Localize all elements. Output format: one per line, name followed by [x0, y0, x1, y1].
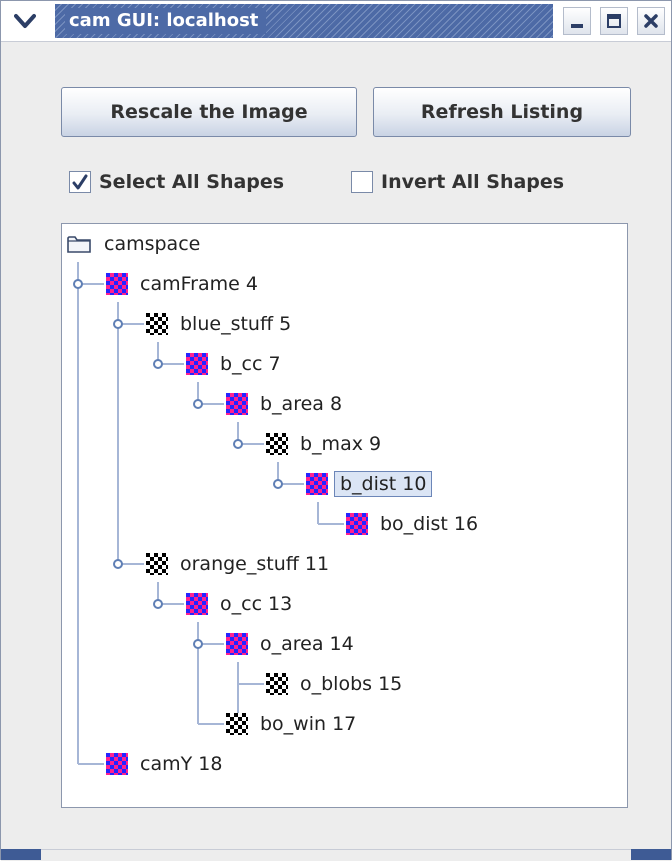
tree-node-b-cc[interactable]: b_cc 7	[186, 349, 287, 379]
tree-node-camframe[interactable]: camFrame 4	[106, 269, 264, 299]
tree-node-label: camFrame 4	[140, 273, 258, 295]
invert-all-shapes-checkbox[interactable]: Invert All Shapes	[351, 167, 564, 197]
tree-node-o-blobs[interactable]: o_blobs 15	[266, 669, 408, 699]
magenta-blue-pattern-icon	[186, 353, 208, 375]
minimize-icon	[571, 24, 583, 28]
tree-node-o-cc[interactable]: o_cc 13	[186, 589, 298, 619]
tree-root-label: camspace	[104, 233, 201, 255]
tree-node-blue-stuff[interactable]: blue_stuff 5	[146, 309, 297, 339]
select-all-shapes-checkbox[interactable]: Select All Shapes	[69, 167, 284, 197]
tree-node-b-dist[interactable]: b_dist 10	[306, 469, 433, 499]
tree-node-label: b_max 9	[300, 433, 382, 455]
black-white-pattern-icon	[146, 553, 168, 575]
shape-tree[interactable]: camspace camFrame 4 blue_stuff 5 b_cc 7 …	[61, 223, 628, 808]
close-button[interactable]	[637, 7, 665, 35]
tree-node-b-max[interactable]: b_max 9	[266, 429, 387, 459]
maximize-button[interactable]	[600, 7, 628, 35]
tree-node-label: orange_stuff 11	[180, 553, 330, 575]
tree-node-label: bo_dist 16	[380, 513, 479, 535]
tree-node-label: b_cc 7	[220, 353, 281, 375]
magenta-blue-pattern-icon	[106, 753, 128, 775]
tree-root-node[interactable]: camspace	[66, 229, 206, 259]
magenta-blue-pattern-icon	[226, 393, 248, 415]
select-all-checkbox-box[interactable]	[69, 171, 91, 193]
tree-node-label: o_blobs 15	[300, 673, 403, 695]
tree-node-label: bo_win 17	[260, 713, 357, 735]
close-icon	[644, 14, 658, 28]
app-window: cam GUI: localhost Rescale the Image Ref…	[0, 0, 672, 861]
black-white-pattern-icon	[266, 433, 288, 455]
tree-node-b-area[interactable]: b_area 8	[226, 389, 348, 419]
tree-node-camy[interactable]: camY 18	[106, 749, 228, 779]
tree-node-label: blue_stuff 5	[180, 313, 292, 335]
tree-node-label: b_area 8	[260, 393, 343, 415]
tree-node-label: camY 18	[140, 753, 223, 775]
folder-icon	[67, 236, 91, 253]
window-title: cam GUI: localhost	[65, 8, 267, 34]
title-stripe: cam GUI: localhost	[55, 4, 553, 38]
window-bottom-edge	[1, 849, 671, 861]
maximize-icon	[607, 14, 621, 28]
magenta-blue-pattern-icon	[186, 593, 208, 615]
black-white-pattern-icon	[266, 673, 288, 695]
refresh-listing-button[interactable]: Refresh Listing	[373, 87, 631, 137]
bottom-left-corner[interactable]	[1, 849, 41, 860]
tree-node-orange-stuff[interactable]: orange_stuff 11	[146, 549, 335, 579]
magenta-blue-pattern-icon	[306, 473, 328, 495]
select-all-shapes-label: Select All Shapes	[99, 171, 285, 193]
rescale-image-button[interactable]: Rescale the Image	[61, 87, 357, 137]
invert-all-checkbox-box[interactable]	[351, 171, 373, 193]
magenta-blue-pattern-icon	[106, 273, 128, 295]
window-menu-chevron-icon[interactable]	[11, 7, 39, 35]
tree-node-label: o_cc 13	[220, 593, 293, 615]
magenta-blue-pattern-icon	[346, 513, 368, 535]
bottom-right-corner[interactable]	[631, 849, 671, 860]
magenta-blue-pattern-icon	[226, 633, 248, 655]
tree-node-bo-dist[interactable]: bo_dist 16	[346, 509, 484, 539]
tree-node-o-area[interactable]: o_area 14	[226, 629, 360, 659]
tree-node-bo-win[interactable]: bo_win 17	[226, 709, 362, 739]
black-white-pattern-icon	[226, 713, 248, 735]
invert-all-shapes-label: Invert All Shapes	[381, 171, 565, 193]
minimize-button[interactable]	[563, 7, 591, 35]
tree-node-label-selected: b_dist 10	[334, 471, 433, 497]
checkmark-icon	[72, 174, 88, 190]
title-bar[interactable]: cam GUI: localhost	[1, 1, 671, 42]
black-white-pattern-icon	[146, 313, 168, 335]
tree-node-label: o_area 14	[260, 633, 354, 655]
